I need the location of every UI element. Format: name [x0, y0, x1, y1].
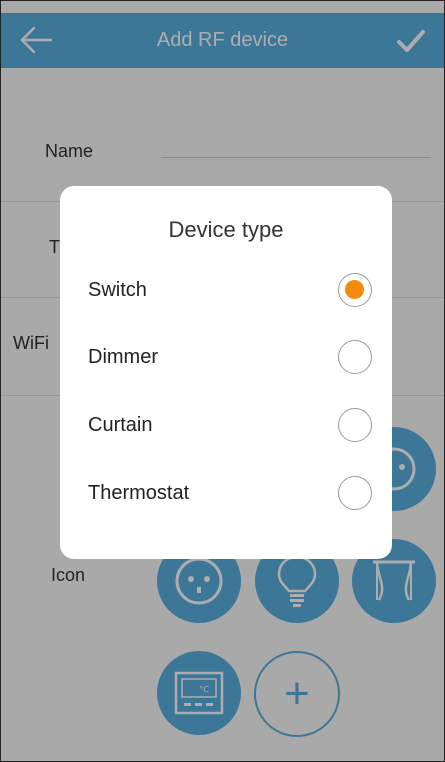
- option-curtain[interactable]: Curtain: [60, 396, 392, 456]
- radio-unselected[interactable]: [338, 476, 372, 510]
- radio-selected[interactable]: [338, 273, 372, 307]
- app-screen: Add RF device Name T WiFi Icon °C + Devi…: [0, 0, 445, 762]
- option-label: Switch: [88, 279, 147, 301]
- radio-unselected[interactable]: [338, 408, 372, 442]
- dialog-title: Device type: [168, 217, 284, 242]
- option-dimmer[interactable]: Dimmer: [60, 328, 392, 388]
- option-thermostat[interactable]: Thermostat: [60, 464, 392, 524]
- option-label: Dimmer: [88, 346, 158, 368]
- option-switch[interactable]: Switch: [60, 261, 392, 321]
- device-type-dialog: Device type Switch Dimmer Curtain Thermo…: [60, 186, 392, 559]
- option-label: Curtain: [88, 414, 153, 436]
- radio-unselected[interactable]: [338, 340, 372, 374]
- option-label: Thermostat: [88, 482, 190, 504]
